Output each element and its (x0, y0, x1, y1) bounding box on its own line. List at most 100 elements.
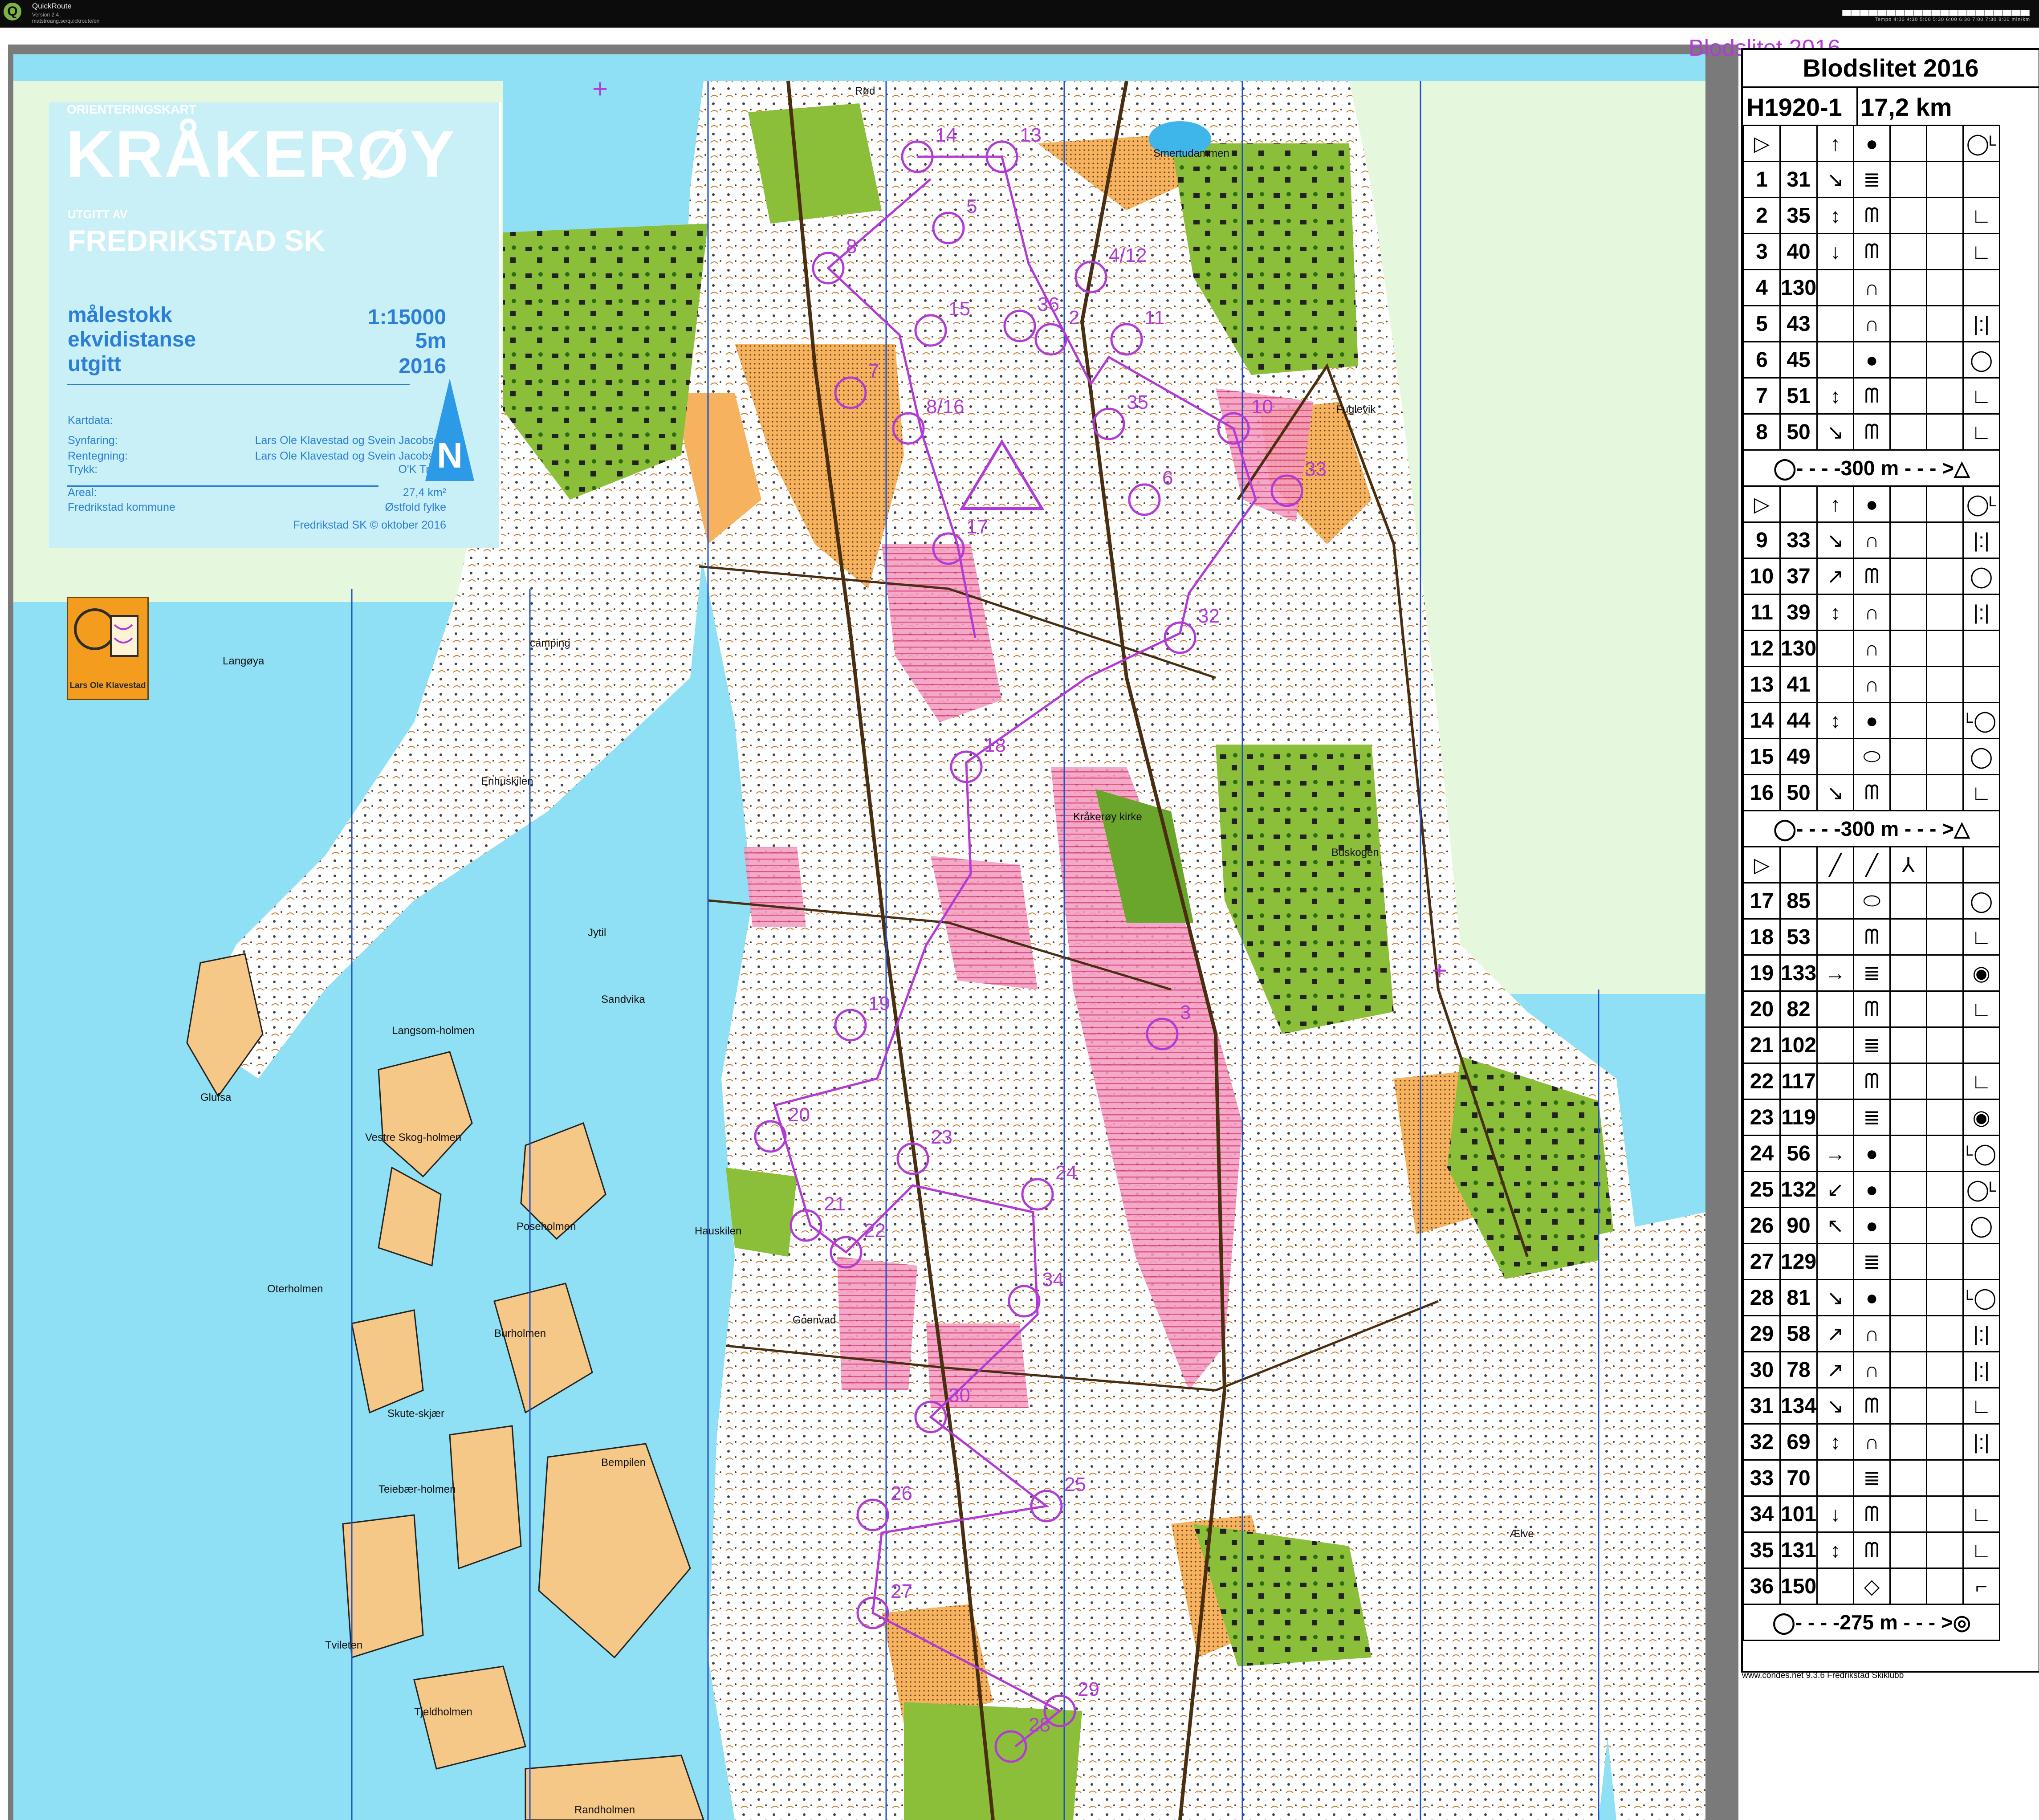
cd-symbol-cell (1816, 1026, 1855, 1064)
control-circle (914, 1401, 947, 1433)
cd-symbol-cell: ᴸ◯ (1962, 702, 2001, 739)
cd-control-row: 34 101 ↓ ᗰ ∟ (1743, 1495, 2001, 1533)
control-number-label: 8 (846, 236, 857, 257)
cd-symbol-cell: ᗰ (1853, 1495, 1891, 1533)
control-circle (1034, 323, 1067, 356)
cd-control-row: 17 85 ⬭ ◯ (1743, 882, 2001, 920)
cd-symbol-cell (1889, 521, 1928, 559)
published-by-label: UTGITT AV (68, 208, 128, 221)
control-number-label: 22 (864, 1220, 886, 1242)
cd-control-number: 18 (1743, 918, 1781, 956)
cd-symbol-cell (1926, 1279, 1964, 1316)
cd-start-cell: ● (1853, 485, 1891, 523)
cd-control-number: 7 (1743, 377, 1781, 415)
place-name: Buskogen (1331, 847, 1379, 859)
cd-control-row: 7 51 ↕ ᗰ ∟ (1743, 377, 2001, 415)
cd-control-code: 70 (1779, 1459, 1818, 1497)
cd-control-code: 132 (1779, 1171, 1818, 1208)
control-circle (1074, 261, 1107, 293)
cd-start-cell (1889, 125, 1928, 162)
cd-symbol-cell (1889, 918, 1928, 956)
cd-control-code: 40 (1779, 233, 1818, 270)
club-name: FREDRIKSTAD SK (68, 224, 326, 257)
cd-control-code: 117 (1779, 1063, 1818, 1100)
cd-symbol-cell (1889, 269, 1928, 306)
cd-control-code: 130 (1779, 269, 1818, 306)
control-number-label: 14 (935, 124, 957, 146)
place-name: Vestre Skog-holmen (365, 1132, 461, 1144)
cd-symbol-cell (1926, 1531, 1964, 1569)
place-name: camping (530, 637, 570, 649)
cd-symbol-cell: ↗ (1816, 1315, 1855, 1352)
control-circle (950, 750, 983, 783)
control-circle (790, 1209, 822, 1242)
cd-leg-row: ◯- - - -300 m - - - >△ (1742, 810, 2001, 847)
cd-class: H1920-1 (1746, 93, 1842, 121)
cd-symbol-cell (1816, 990, 1855, 1028)
cd-control-number: 31 (1743, 1387, 1781, 1425)
cd-start-cell (1779, 125, 1818, 162)
cd-symbol-cell: ᴸ◯ (1962, 1135, 2001, 1172)
place-name: Fuglevik (1336, 403, 1376, 415)
control-circle (914, 314, 947, 347)
cd-symbol-cell: ∟ (1962, 377, 2001, 415)
cd-control-code: 130 (1779, 630, 1818, 667)
cd-symbol-cell (1926, 630, 1964, 667)
cd-symbol-cell: ∟ (1962, 233, 2001, 270)
control-circle (754, 1120, 787, 1153)
cd-start-cell: ◯ᴸ (1962, 125, 2001, 162)
cd-symbol-cell: ∟ (1962, 413, 2001, 451)
control-circle (932, 532, 965, 565)
control-circle (812, 252, 845, 285)
cd-symbol-cell: ↕ (1816, 702, 1855, 739)
cd-symbol-cell (1926, 413, 1964, 451)
control-number-label: 34 (1042, 1269, 1064, 1291)
cd-control-code: 49 (1779, 738, 1818, 775)
cd-symbol-cell (1889, 738, 1928, 775)
cd-control-number: 1 (1743, 161, 1781, 198)
cd-symbol-cell: ↓ (1816, 1495, 1855, 1533)
cd-symbol-cell (1889, 882, 1928, 920)
legend-divider-2 (67, 485, 378, 487)
survey-value: Lars Ole Klavestad og Svein Jacobsen (255, 434, 446, 447)
control-number-label: 4/12 (1109, 244, 1147, 266)
cd-symbol-cell: ↕ (1816, 594, 1855, 631)
control-number-label: 7 (868, 360, 879, 382)
cd-symbol-cell (1889, 1423, 1928, 1461)
cd-control-row: 30 78 ↗ ∩ |:| (1743, 1351, 2001, 1388)
app-url[interactable]: matstroang.se/quickroute/en (32, 18, 99, 24)
cd-control-row: 36 150 ◇ ⌐ (1743, 1568, 2001, 1605)
cd-symbol-cell: ∩ (1853, 630, 1891, 667)
cd-symbol-cell (1889, 1315, 1928, 1352)
copyright-text: Fredrikstad SK © oktober 2016 (293, 519, 446, 531)
cd-symbol-cell: ᗰ (1853, 233, 1891, 270)
draw-value: Lars Ole Klavestad og Svein Jacobsen (255, 450, 446, 462)
cd-control-number: 21 (1743, 1026, 1781, 1064)
cd-control-row: 5 43 ∩ |:| (1743, 305, 2001, 342)
cd-symbol-cell: ᴸ◯ (1962, 1279, 2001, 1316)
place-name: Goenvad (793, 1314, 836, 1326)
cd-start-cell: ↑ (1816, 125, 1855, 162)
cd-symbol-cell (1889, 1243, 1928, 1280)
place-name: Jytil (588, 927, 606, 939)
area-label: Areal: (68, 486, 97, 499)
cd-symbol-cell (1926, 1026, 1964, 1064)
year-value: 2016 (399, 354, 446, 378)
control-number-label: 23 (931, 1126, 952, 1148)
cd-symbol-cell: ≣ (1853, 1099, 1891, 1136)
control-number-label: 21 (824, 1193, 846, 1215)
control-circle (932, 212, 965, 244)
cd-control-row: 13 41 ∩ (1743, 666, 2001, 703)
cd-symbol-cell (1962, 1459, 2001, 1497)
control-circle (901, 140, 934, 173)
cd-control-number: 30 (1743, 1351, 1781, 1388)
place-name: Rød (855, 85, 875, 97)
cd-symbol-cell: → (1816, 954, 1855, 992)
cd-control-code: 58 (1779, 1315, 1818, 1352)
cd-symbol-cell: ◉ (1962, 954, 2001, 992)
cd-symbol-cell: ↗ (1816, 1351, 1855, 1388)
control-number-label: 32 (1198, 605, 1220, 627)
place-name: Ælve (1510, 1528, 1534, 1540)
cd-symbol-cell (1816, 1063, 1855, 1100)
cd-leg-row: ◯- - - -275 m - - - >◎ (1742, 1604, 2001, 1641)
